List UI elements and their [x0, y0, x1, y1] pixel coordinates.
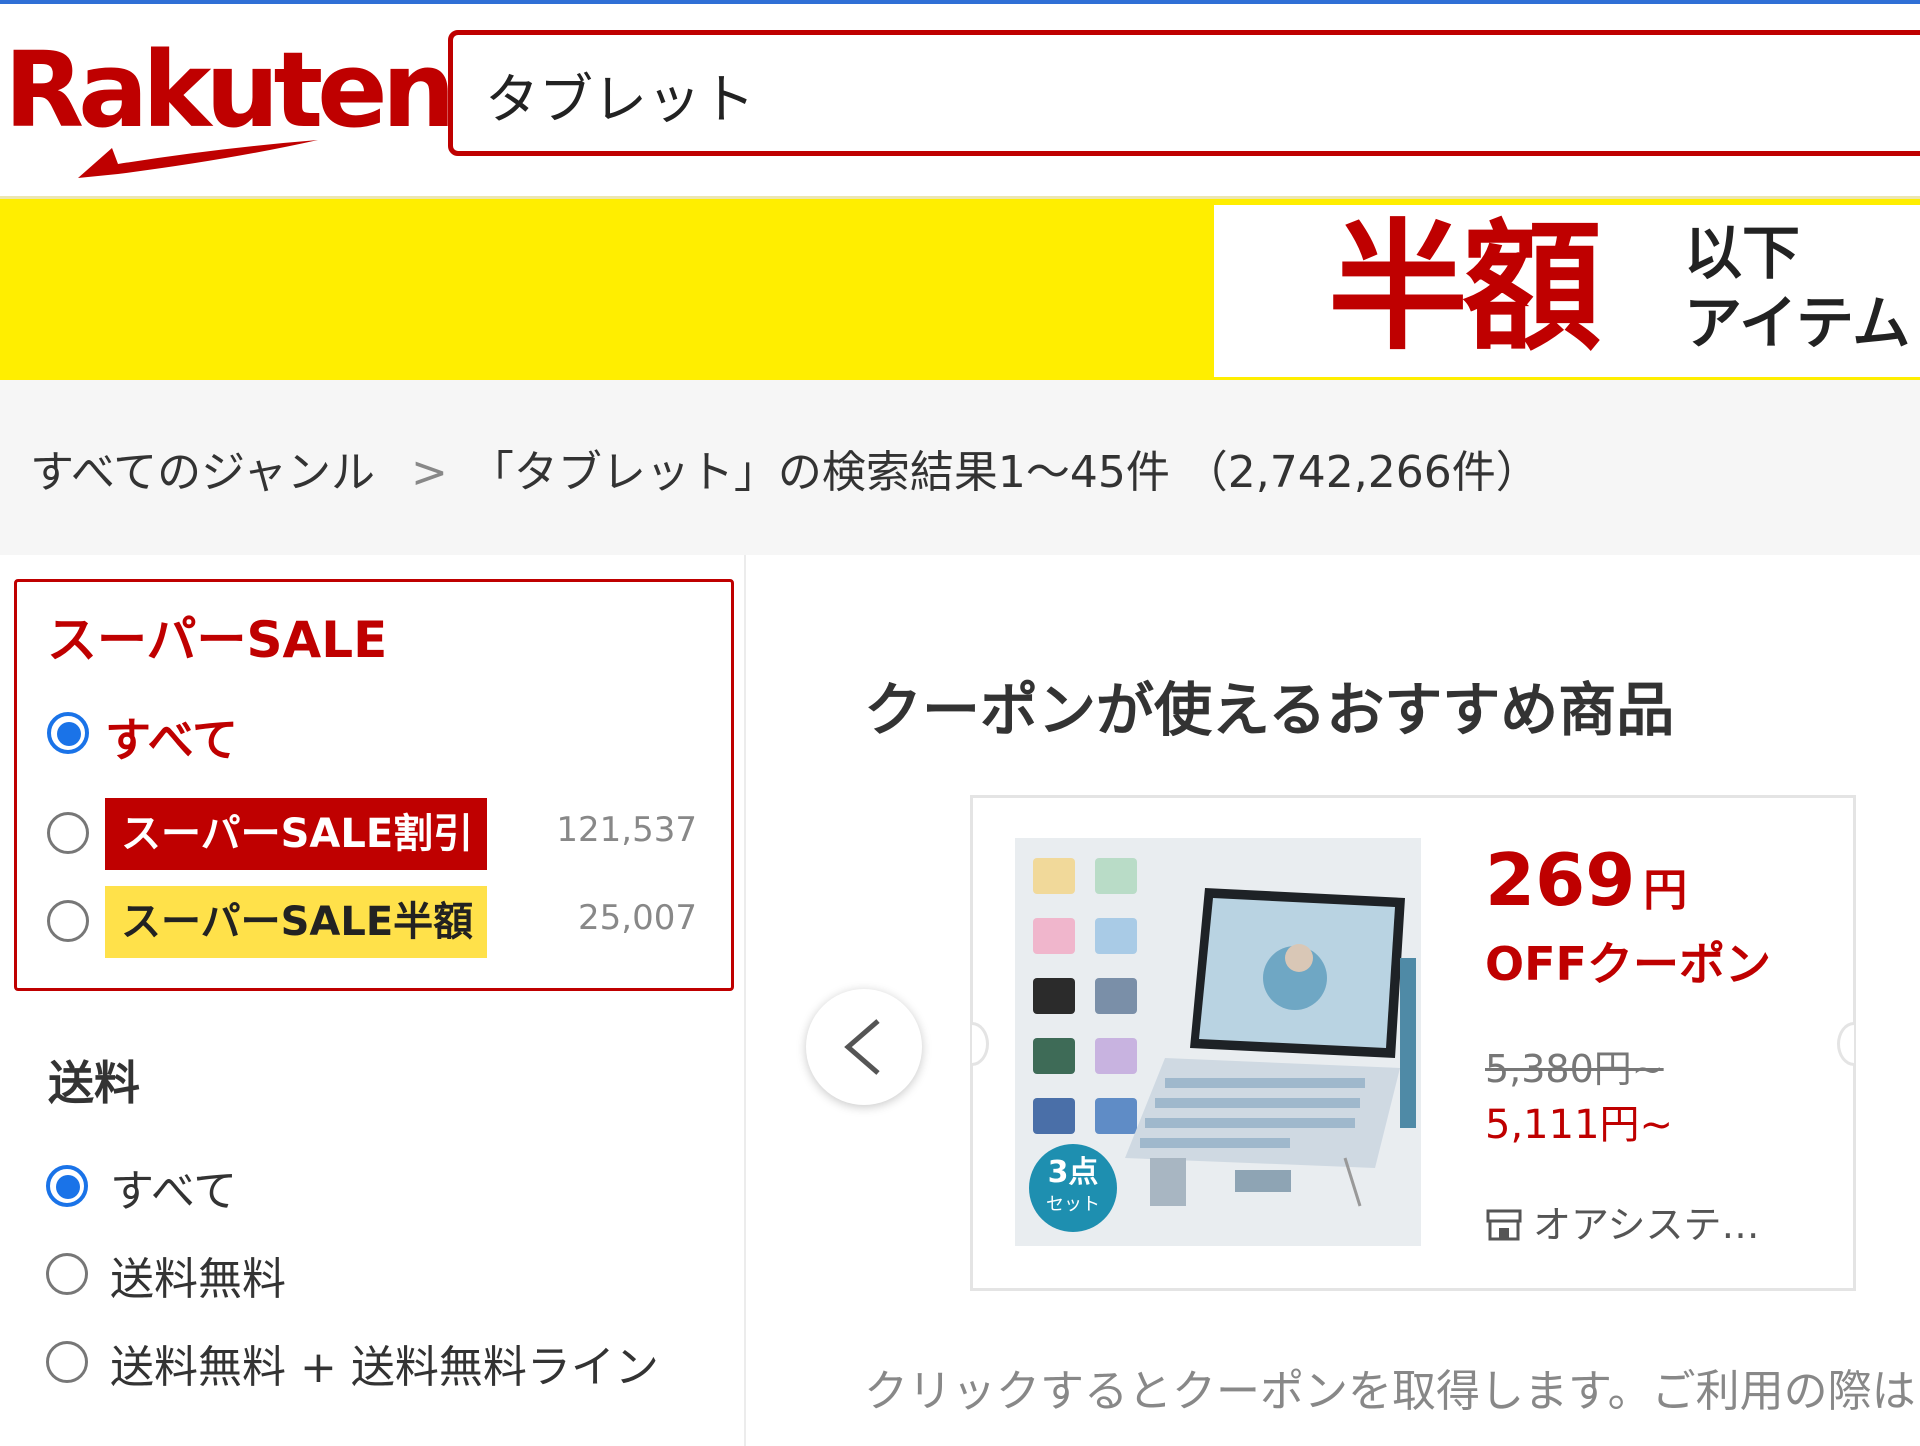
- shipping-option-free-line-label[interactable]: 送料無料 + 送料無料ライン: [110, 1331, 659, 1395]
- sale-half-count: 25,007: [578, 898, 697, 938]
- search-input[interactable]: [483, 35, 1887, 153]
- sale-option-discount-tag[interactable]: スーパーSALE割引: [105, 798, 487, 870]
- breadcrumb: すべてのジャンル > 「タブレット」の検索結果1～45件 （2,742,266件）: [0, 380, 1920, 555]
- discount-amount: 269: [1485, 838, 1636, 922]
- shipping-radio-free-line[interactable]: [46, 1341, 88, 1383]
- sale-radio-half[interactable]: [47, 900, 89, 942]
- sale-discount-count: 121,537: [556, 810, 697, 850]
- shop-name: オアシステ…: [1533, 1203, 1760, 1247]
- shipping-filter-title: 送料: [48, 1056, 140, 1110]
- discount-unit: 円: [1643, 865, 1688, 916]
- breadcrumb-root-link[interactable]: すべてのジャンル: [30, 447, 375, 498]
- shipping-radio-all[interactable]: [46, 1165, 88, 1207]
- coupon-product-card[interactable]: 3点 セット 269 円 OFFクーポン 5,380円~ 5,111円~ オアシス…: [970, 795, 1856, 1291]
- coupon-label: OFFクーポン: [1485, 937, 1771, 991]
- card-notch-right: [1837, 1022, 1854, 1066]
- super-sale-filter: スーパーSALE すべて スーパーSALE割引 121,537 スーパーSALE…: [14, 579, 734, 991]
- svg-text:3点: 3点: [1048, 1155, 1099, 1190]
- banner-big-text: 半額: [1328, 207, 1602, 370]
- sale-option-all-label[interactable]: すべて: [105, 704, 238, 770]
- super-sale-title: スーパーSALE: [47, 611, 388, 669]
- sale-price: 5,111円~: [1485, 1102, 1674, 1148]
- shipping-option-free-label[interactable]: 送料無料: [110, 1243, 286, 1307]
- logo-swoosh-icon: [78, 140, 318, 178]
- product-image[interactable]: 3点 セット: [1015, 838, 1421, 1246]
- original-price: 5,380円~: [1485, 1047, 1664, 1091]
- window-top-accent: [0, 0, 1920, 4]
- breadcrumb-separator: >: [410, 447, 448, 498]
- coupon-section-title: クーポンが使えるおすすめ商品: [864, 676, 1675, 744]
- search-box: [448, 30, 1920, 156]
- sale-radio-discount[interactable]: [47, 812, 89, 854]
- filter-sidebar: スーパーSALE すべて スーパーSALE割引 121,537 スーパーSALE…: [0, 555, 746, 1446]
- banner-small-text-1: 以下: [1684, 219, 1801, 287]
- shipping-option-all-label[interactable]: すべて: [110, 1155, 237, 1219]
- search-result-count: 「タブレット」の検索結果1～45件 （2,742,266件）: [469, 447, 1540, 498]
- svg-text:セット: セット: [1046, 1194, 1100, 1215]
- sale-option-half-tag[interactable]: スーパーSALE半額: [105, 886, 487, 958]
- banner-panel: 半額 以下 アイテム: [1214, 205, 1920, 377]
- sale-radio-all[interactable]: [47, 712, 89, 754]
- banner-small-text-2: アイテム: [1684, 289, 1911, 357]
- coupon-notice-text: クリックするとクーポンを取得します。ご利用の際は: [864, 1366, 1916, 1417]
- rakuten-logo[interactable]: Rakuten: [4, 30, 456, 178]
- main-content: クーポンが使えるおすすめ商品 3点 セット 269 円 OFFクーポン 5,38…: [746, 555, 1920, 1446]
- chevron-left-icon: [844, 1019, 880, 1075]
- shop-icon: [1486, 1209, 1522, 1241]
- shop-link[interactable]: オアシステ…: [1485, 1194, 1759, 1249]
- card-notch-left: [972, 1022, 989, 1066]
- logo-wordmark: Rakuten: [4, 29, 456, 151]
- shipping-radio-free[interactable]: [46, 1253, 88, 1295]
- coupon-discount-value: 269 円: [1485, 838, 1687, 922]
- carousel-prev-button[interactable]: [806, 989, 922, 1105]
- promo-banner[interactable]: 半額 以下 アイテム: [0, 196, 1920, 383]
